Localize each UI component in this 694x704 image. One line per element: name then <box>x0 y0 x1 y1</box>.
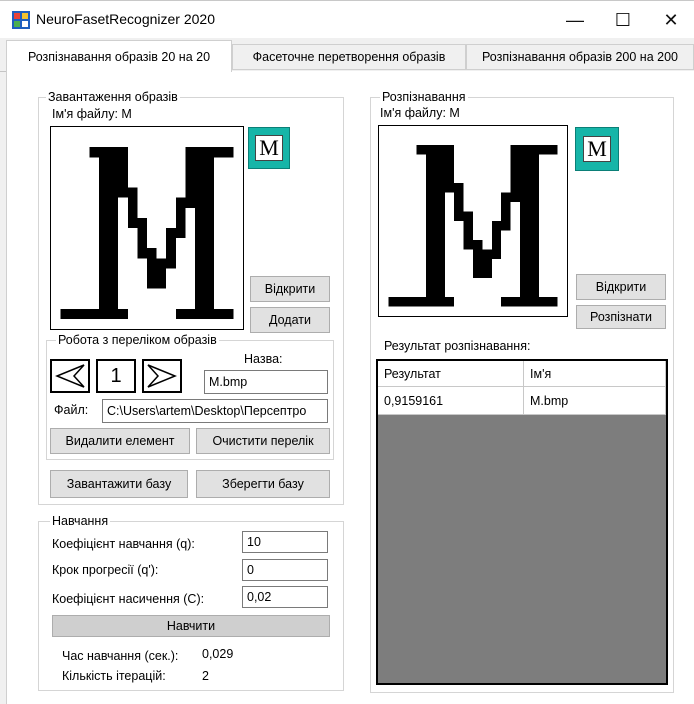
column-header-result[interactable]: Результат <box>378 361 524 387</box>
close-button[interactable]: ✕ <box>648 5 694 35</box>
title-bar: NeuroFasetRecognizer 2020 — ☐ ✕ <box>0 0 694 38</box>
recognition-image-preview <box>378 125 568 317</box>
load-images-legend: Завантаження образів <box>46 90 180 104</box>
tab-facet-transform[interactable]: Фасеточне перетворення образів <box>232 44 466 70</box>
saturation-field[interactable]: 0,02 <box>242 586 328 608</box>
train-button[interactable]: Навчити <box>52 615 330 637</box>
minimize-icon: — <box>566 9 584 30</box>
progression-step-field[interactable]: 0 <box>242 559 328 581</box>
tab-recognition-20[interactable]: Розпізнавання образів 20 на 20 <box>6 40 232 72</box>
arrow-left-icon <box>55 364 85 388</box>
recognition-thumbnail: M <box>575 127 619 171</box>
save-base-button[interactable]: Зберегти базу <box>196 470 330 498</box>
load-thumbnail: M <box>248 127 290 169</box>
saturation-label: Коефіцієнт насичення (С): <box>52 592 205 606</box>
table-row-result-cell[interactable]: 0,9159161 <box>378 387 524 415</box>
name-label: Назва: <box>244 352 283 366</box>
image-list-legend: Робота з переліком образів <box>56 333 219 347</box>
load-image-preview <box>50 126 244 330</box>
file-path-field[interactable]: C:\Users\artem\Desktop\Персептро <box>102 399 328 423</box>
column-header-name[interactable]: Ім'я <box>524 361 666 387</box>
training-legend: Навчання <box>50 514 111 528</box>
window-title: NeuroFasetRecognizer 2020 <box>36 11 215 27</box>
app-window-icon <box>12 11 30 29</box>
recognize-button[interactable]: Розпізнати <box>576 305 666 329</box>
training-time-value: 0,029 <box>202 647 234 661</box>
table-row-name-cell[interactable]: M.bmp <box>524 387 666 415</box>
clear-list-button[interactable]: Очистити перелік <box>196 428 330 454</box>
delete-item-button[interactable]: Видалити елемент <box>50 428 190 454</box>
load-filename-label: Ім'я файлу: M <box>52 107 132 121</box>
recognition-result-label: Результат розпізнавання: <box>384 339 531 353</box>
learning-rate-label: Коефіцієнт навчання (q): <box>52 537 195 551</box>
open-button[interactable]: Відкрити <box>250 276 330 302</box>
learning-rate-field[interactable]: 10 <box>242 531 328 553</box>
arrow-right-icon <box>147 364 177 388</box>
iterations-value: 2 <box>202 669 209 683</box>
minimize-button[interactable]: — <box>552 5 598 35</box>
name-field[interactable]: M.bmp <box>204 370 328 394</box>
next-item-button[interactable] <box>142 359 182 393</box>
prev-item-button[interactable] <box>50 359 90 393</box>
maximize-icon: ☐ <box>614 9 632 30</box>
tab-recognition-200[interactable]: Розпізнавання образів 200 на 200 <box>466 44 694 70</box>
iterations-label: Кількість ітерацій: <box>62 669 166 683</box>
recognition-filename-label: Ім'я файлу: M <box>380 106 460 120</box>
load-base-button[interactable]: Завантажити базу <box>50 470 188 498</box>
add-button[interactable]: Додати <box>250 307 330 333</box>
progression-step-label: Крок прогресії (q'): <box>52 563 159 577</box>
close-icon: ✕ <box>663 9 679 30</box>
training-time-label: Час навчання (сек.): <box>62 649 179 663</box>
item-index: 1 <box>96 359 136 393</box>
recognition-open-button[interactable]: Відкрити <box>576 274 666 300</box>
recognition-legend: Розпізнавання <box>380 90 468 104</box>
results-grid[interactable]: Результат Ім'я 0,9159161 M.bmp <box>376 359 668 685</box>
file-label: Файл: <box>54 403 89 417</box>
maximize-button[interactable]: ☐ <box>600 5 646 35</box>
